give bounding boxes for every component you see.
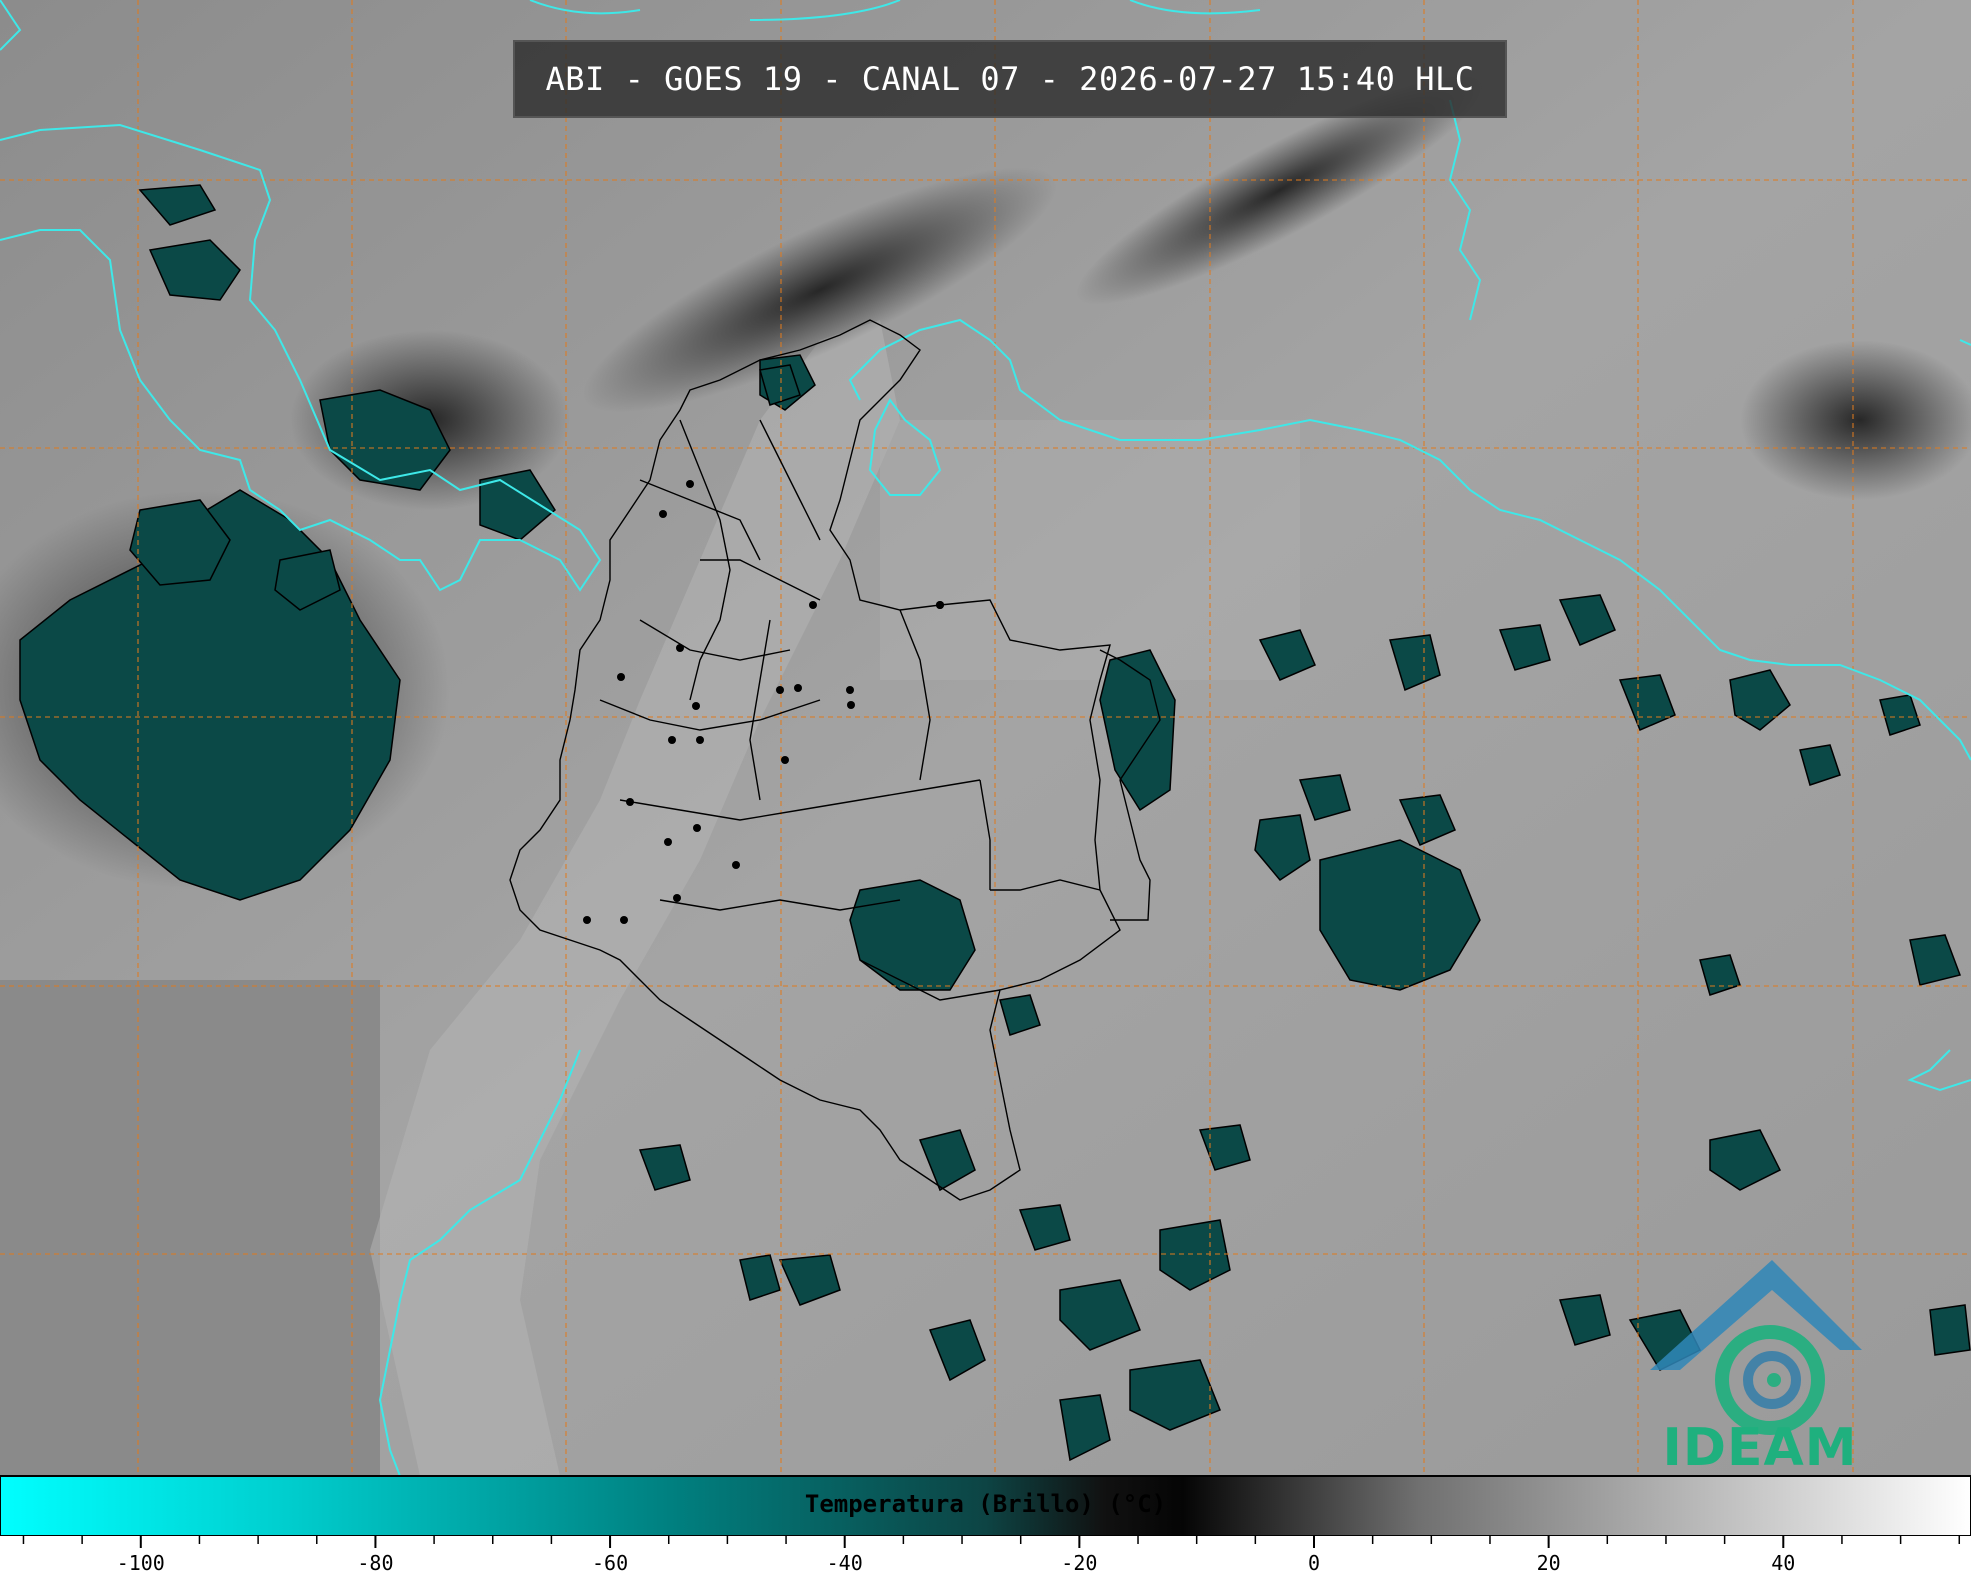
colorbar-tick-label: -80 — [357, 1551, 393, 1575]
pacific-ocean — [0, 980, 380, 1476]
colorbar-tick-label: 40 — [1771, 1551, 1795, 1575]
llanos-bright — [880, 420, 1300, 680]
colorbar-tick-label: -40 — [827, 1551, 863, 1575]
logo-roof-icon — [1650, 1260, 1862, 1370]
colorbar-tick-label: 20 — [1537, 1551, 1561, 1575]
colorbar-tick-label: -60 — [592, 1551, 628, 1575]
cold-cloud — [1929, 1304, 1971, 1356]
colorbar-label: Temperatura (Brillo) (°C) — [804, 1490, 1167, 1518]
colorbar-tick-label: 0 — [1308, 1551, 1320, 1575]
logo-text: IDEAM — [1662, 1418, 1858, 1478]
cloud-streak — [1740, 340, 1971, 500]
colorbar-ticks: -100 -80 -60 -40 -20 0 20 40 — [22, 1536, 1961, 1575]
colorbar-tick-label: -100 — [117, 1551, 165, 1575]
image-title: ABI - GOES 19 - CANAL 07 - 2026-07-27 15… — [513, 40, 1507, 118]
colorbar-tick-label: -20 — [1061, 1551, 1097, 1575]
